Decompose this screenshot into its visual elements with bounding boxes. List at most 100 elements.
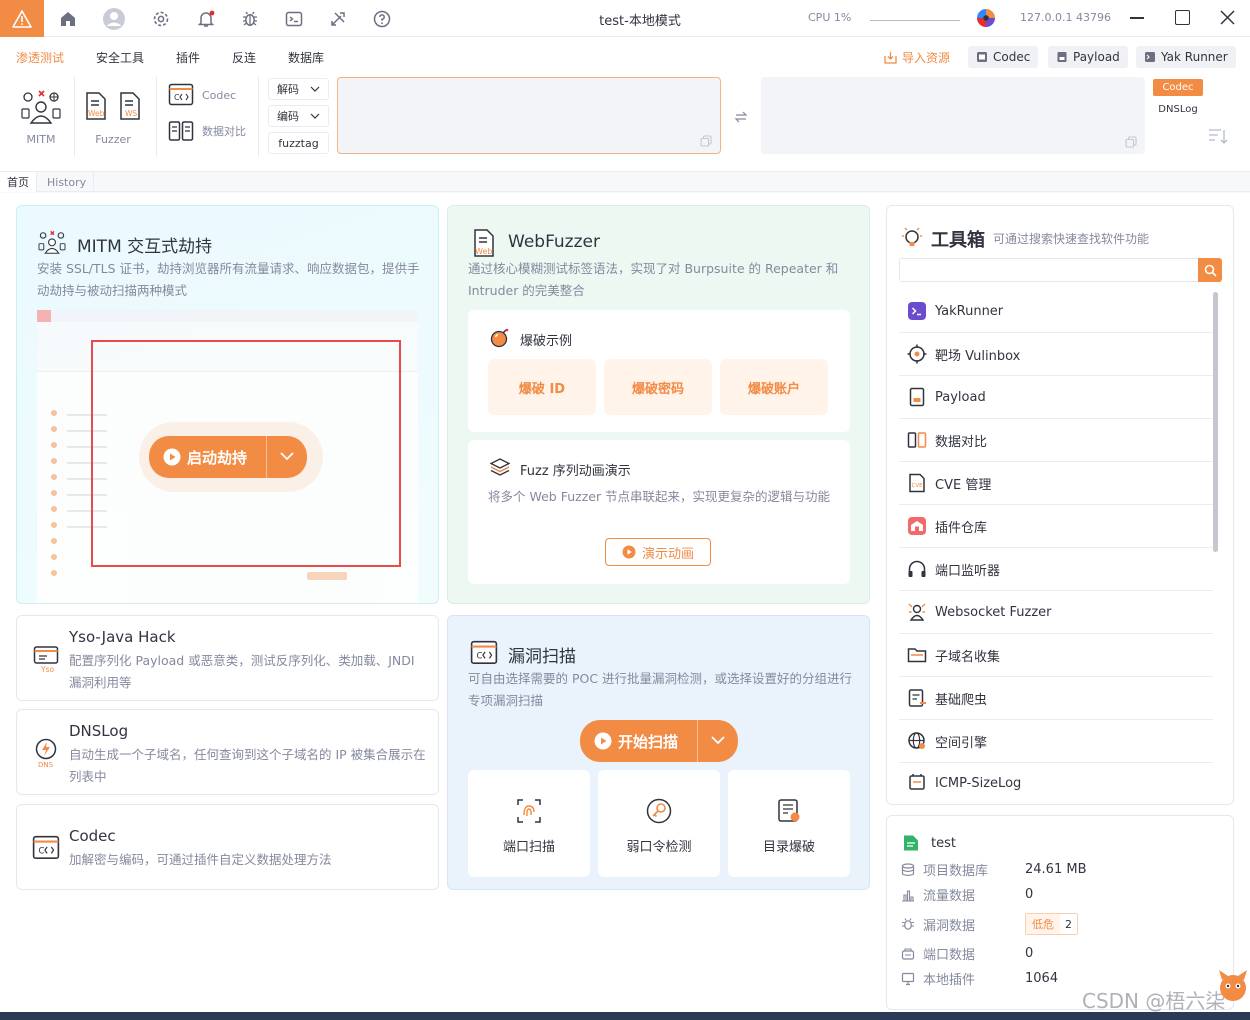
bomb-icon [490, 328, 509, 348]
home-icon[interactable] [56, 7, 80, 31]
search-button[interactable] [1198, 258, 1222, 282]
dir-brute-tile[interactable]: 目录爆破 [728, 770, 850, 877]
svg-text:DNS: DNS [38, 761, 54, 768]
brute-id-button[interactable]: 爆破 ID [488, 359, 596, 415]
dnslog-card[interactable]: DNS DNSLog 自动生成一个子域名，任何查询到这个子域名的 IP 被集合展… [16, 709, 439, 795]
toolbox-item-plugin-store[interactable]: 插件仓库 [899, 505, 1213, 548]
maximize-button[interactable] [1175, 10, 1190, 25]
codec-tool-button[interactable]: C Codec [168, 83, 236, 107]
yso-java-title: Yso-Java Hack [69, 628, 176, 646]
toolbox-item-yakrunner[interactable]: YakRunner [899, 290, 1213, 333]
gear-icon[interactable] [149, 7, 173, 31]
yak-runner-top-button[interactable]: Yak Runner [1136, 46, 1236, 68]
stat-project-db: 项目数据库 24.61 MB [901, 860, 1086, 879]
bug-icon[interactable] [238, 7, 262, 31]
dnslog-title: DNSLog [69, 722, 129, 740]
toolbox-item-crawler[interactable]: 基础爬虫 [899, 677, 1213, 720]
fuzztag-button[interactable]: fuzztag [268, 132, 329, 154]
project-name: test [931, 836, 956, 851]
engine-address: 127.0.0.1 43796 [1020, 11, 1111, 24]
brute-account-button[interactable]: 爆破账户 [720, 359, 828, 415]
brute-password-button[interactable]: 爆破密码 [604, 359, 712, 415]
toolbox-item-websocket-fuzzer[interactable]: Websocket Fuzzer [899, 591, 1213, 634]
codec-input[interactable] [337, 77, 721, 154]
avatar[interactable] [102, 7, 126, 31]
codec-side-tab[interactable]: Codec [1153, 79, 1203, 96]
encode-select[interactable]: 编码 [268, 105, 329, 127]
warning-icon[interactable] [0, 0, 44, 37]
yso-java-desc: 配置序列化 Payload 或恶意类，测试反序列化、类加载、JNDI 漏洞利用等 [69, 653, 415, 690]
codec-top-button[interactable]: Codec [968, 46, 1039, 68]
yso-icon: Yso [33, 646, 59, 673]
menu-pentest[interactable]: 渗透测试 [16, 49, 64, 66]
mitm-tool-button[interactable]: MITM [20, 89, 62, 146]
play-icon [622, 545, 636, 559]
bell-icon[interactable] [194, 7, 218, 31]
start-scan-button[interactable]: 开始扫描 [580, 720, 738, 762]
taskbar [0, 1012, 1250, 1020]
toolbox-item-space-engine[interactable]: 空间引擎 [899, 720, 1213, 763]
close-icon[interactable] [1220, 10, 1235, 25]
toolbox-scrollbar[interactable] [1213, 292, 1218, 552]
menu-security-tools[interactable]: 安全工具 [96, 49, 144, 66]
codec-card-title: Codec [69, 827, 116, 845]
port-icon [901, 947, 915, 960]
tab-history[interactable]: History [40, 172, 95, 192]
compare-icon [168, 121, 194, 141]
terminal-icon[interactable] [282, 7, 306, 31]
menu-database[interactable]: 数据库 [288, 49, 324, 66]
toolbox-item-icmp-sizelog[interactable]: ICMP-SizeLog [899, 763, 1213, 803]
toolbox-item-cve[interactable]: CVE CVE 管理 [899, 462, 1213, 505]
start-mitm-button[interactable]: 启动劫持 [149, 436, 307, 478]
swap-icon[interactable] [734, 110, 748, 124]
divider [156, 77, 157, 157]
chevron-down-icon [310, 113, 320, 119]
severity-badge[interactable]: 低危 [1026, 914, 1060, 934]
mitm-card-desc: 安装 SSL/TLS 证书，劫持浏览器所有流量请求、响应数据包，提供手动劫持与被… [37, 261, 420, 298]
toolbox-search-input[interactable] [899, 258, 1199, 282]
bug-icon [902, 918, 914, 930]
menu-plugins[interactable]: 插件 [176, 49, 200, 66]
sort-icon[interactable] [1208, 127, 1228, 145]
title-bar: test-本地模式 CPU 1% 127.0.0.1 43796 [0, 0, 1250, 37]
globe-icon [908, 732, 925, 749]
mitm-icon [37, 230, 67, 256]
yso-java-card[interactable]: Yso Yso-Java Hack 配置序列化 Payload 或恶意类，测试反… [16, 615, 439, 701]
toolbox-item-vulinbox[interactable]: 靶场 Vulinbox [899, 333, 1213, 376]
dnslog-side-tab[interactable]: DNSLog [1153, 101, 1203, 118]
payload-top-button[interactable]: Payload [1048, 46, 1128, 68]
toolbox-item-payload[interactable]: Payload [899, 376, 1213, 419]
data-compare-tool-button[interactable]: 数据对比 [168, 119, 246, 143]
menu-reverse[interactable]: 反连 [232, 49, 256, 66]
toolbox-item-subdomain[interactable]: 子域名收集 [899, 634, 1213, 677]
vuln-scan-card[interactable]: C 漏洞扫描 可自由选择需要的 POC 进行批量漏洞检测，或选择设置好的分组进行… [447, 615, 870, 890]
tab-home[interactable]: 首页 [0, 172, 37, 192]
svg-text:C: C [476, 651, 482, 661]
codec-icon: C [32, 835, 60, 860]
engine-icon[interactable] [976, 8, 996, 28]
decode-select[interactable]: 解码 [268, 78, 329, 100]
svg-text:Yso: Yso [40, 665, 54, 673]
import-resource-button[interactable]: 导入资源 [876, 46, 958, 68]
demo-animation-button[interactable]: 演示动画 [605, 538, 711, 566]
codec-output[interactable] [761, 77, 1145, 154]
brute-example-panel: 爆破示例 爆破 ID 爆破密码 爆破账户 [468, 310, 850, 432]
port-scan-tile[interactable]: 端口扫描 [468, 770, 590, 877]
main-toolbar: 渗透测试 安全工具 插件 反连 数据库 导入资源 Codec Payload Y… [0, 37, 1250, 172]
dnslog-icon: DNS [35, 738, 57, 768]
codec-card[interactable]: C Codec 加解密与编码，可通过插件自定义数据处理方法 [16, 804, 439, 890]
webfuzzer-card[interactable]: Web WebFuzzer 通过核心模糊测试标签语法，实现了对 Burpsuit… [447, 205, 870, 604]
svg-text:Web: Web [88, 109, 105, 118]
toolbox-item-compare[interactable]: 数据对比 [899, 419, 1213, 462]
help-icon[interactable] [370, 7, 394, 31]
minimize-button[interactable] [1130, 17, 1144, 19]
weak-password-tile[interactable]: 弱口令检测 [598, 770, 720, 877]
target-icon [907, 344, 927, 364]
tools-icon[interactable] [326, 7, 350, 31]
fuzzer-tool-button[interactable]: Web WS Fuzzer [84, 91, 142, 146]
icmp-icon [909, 774, 925, 790]
search-icon [1204, 264, 1217, 277]
cpu-usage: CPU 1% [808, 11, 852, 24]
toolbox-item-port-listener[interactable]: 端口监听器 [899, 548, 1213, 591]
mitm-card[interactable]: MITM 交互式劫持 安装 SSL/TLS 证书，劫持浏览器所有流量请求、响应数… [16, 205, 439, 604]
